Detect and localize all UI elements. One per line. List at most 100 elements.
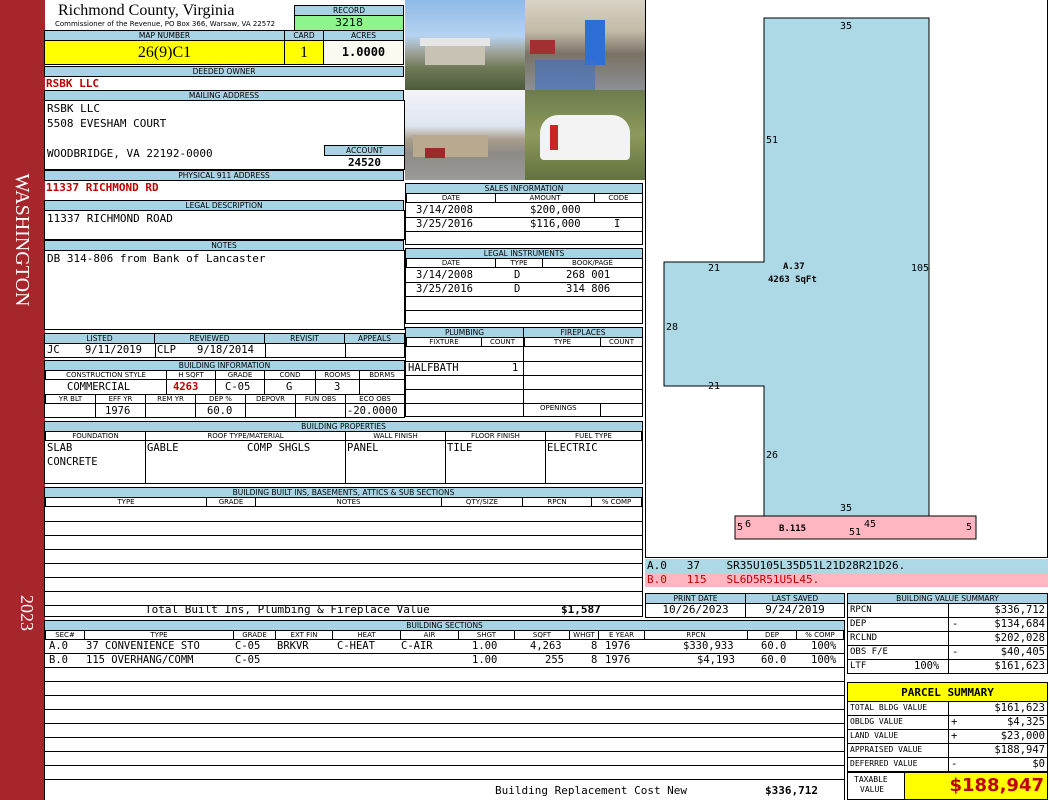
card-value: 1 (284, 40, 324, 65)
sec-header: SEC# (45, 630, 85, 640)
reviewed-date: 9/18/2014 (197, 344, 254, 356)
b-dim-top: 45 (864, 519, 876, 530)
list-item: OBS F/E - $40,405 (848, 645, 1047, 660)
depovr-header: DEPOVR (245, 394, 296, 404)
b-dim-inner: 6 (745, 519, 751, 530)
parcel-value: $23,000 (1000, 730, 1045, 742)
sec-shgt: 1.00 (472, 640, 498, 652)
replacement-cost-value: $336,712 (765, 784, 818, 797)
sketch-area[interactable]: 35 51 21 105 28 21 26 35 A.37 4263 SqFt … (645, 0, 1048, 558)
sales-date: 3/14/2008 (416, 204, 473, 216)
parcel-sign: - (951, 758, 958, 770)
plumbing-table: FIXTURE COUNT HALFBATH 1 (405, 337, 524, 417)
effyr-header: EFF YR (95, 394, 146, 404)
parcel-value: $188,947 (994, 744, 1045, 756)
photo-mailbox[interactable] (525, 90, 645, 180)
summary-sign: - (952, 646, 959, 658)
legal-instruments-table: DATE TYPE BOOK/PAGE 3/14/2008 D 268 001 … (405, 258, 643, 324)
construction-style-value: COMMERCIAL (67, 381, 131, 393)
plumbing-count-header: COUNT (481, 337, 524, 347)
reviewed-by: CLP (157, 344, 176, 356)
listed-by: JC (47, 344, 60, 356)
parcel-sign: + (951, 716, 958, 728)
effyr-value: 1976 (105, 405, 131, 417)
instr-date: 3/14/2008 (416, 269, 473, 281)
sec-grade-header: GRADE (233, 630, 276, 640)
mailing-line-3: WOODBRIDGE, VA 22192-0000 (47, 147, 213, 160)
sec-dep: 60.0 (761, 640, 787, 652)
building-info-table: CONSTRUCTION STYLE H SQFT GRADE COND ROO… (44, 370, 405, 418)
fixture-value: HALFBATH (408, 362, 459, 374)
listed-date: 9/11/2019 (85, 344, 142, 356)
list-item: LTF 100% $161,623 (848, 659, 1047, 673)
instr-type: D (514, 269, 521, 281)
ecoobs-header: ECO OBS (345, 394, 405, 404)
floor-value: TILE (447, 442, 473, 454)
fireplace-type-header: TYPE (524, 337, 601, 347)
dim-top: 35 (840, 21, 852, 32)
yrblt-header: YR BLT (45, 394, 96, 404)
section-a-label: A.37 (783, 262, 805, 272)
sec-comp-header: % COMP (796, 630, 844, 640)
parcel-label: LAND VALUE (850, 731, 899, 740)
map-number-value: 26(9)C1 (44, 40, 285, 65)
parcel-label: APPRAISED VALUE (850, 745, 923, 754)
roof-material-value: COMP SHGLS (247, 442, 311, 454)
dep-header: DEP % (195, 394, 246, 404)
sales-date: 3/25/2016 (416, 218, 473, 230)
instr-bookpage: 268 001 (566, 269, 611, 281)
sec-number: B.0 (49, 654, 68, 666)
summary-label: RPCN (850, 605, 872, 615)
list-item: OBLDG VALUE + $4,325 (848, 715, 1047, 730)
roof-type-value: GABLE (147, 442, 179, 454)
built-ins-total-value: $1,587 (561, 603, 601, 616)
sec-eyear: 1976 (605, 640, 631, 652)
sec-type-header: TYPE (84, 630, 234, 640)
list-item: TOTAL BLDG VALUE $161,623 (848, 701, 1047, 716)
table-row (45, 535, 642, 550)
sec-sqft-header: SQFT (514, 630, 570, 640)
parcel-label: TOTAL BLDG VALUE (850, 703, 928, 712)
summary-label: RCLND (850, 633, 878, 643)
fuel-value: ELECTRIC (547, 442, 598, 454)
photo-store-front[interactable] (405, 0, 525, 90)
summary-value: $336,712 (994, 604, 1045, 616)
section-b-label: B.115 (779, 524, 806, 534)
table-row (406, 296, 642, 311)
grade-value: C-05 (225, 381, 251, 393)
hsqft-header: H SQFT (166, 370, 216, 380)
sec-eyear: 1976 (605, 654, 631, 666)
notes-value: DB 314-806 from Bank of Lancaster (47, 252, 266, 265)
list-item: RCLND $202,028 (848, 631, 1047, 646)
table-row: 3/14/2008 D 268 001 (406, 268, 642, 283)
table-row: 3/25/2016 $116,000 I (406, 217, 642, 232)
summary-label: DEP (850, 619, 867, 629)
taxable-label-1: TAXABLE (854, 775, 888, 784)
dep-value: 60.0 (207, 405, 233, 417)
summary-label: OBS F/E (850, 647, 888, 657)
sales-amount-header: AMOUNT (495, 193, 595, 203)
bdrms-header: BDRMS (359, 370, 405, 380)
fireplace-count-header: COUNT (600, 337, 643, 347)
b-dim-right: 5 (966, 522, 972, 533)
floor-header: FLOOR FINISH (445, 431, 546, 441)
builtin-notes-header: NOTES (255, 497, 442, 507)
sec-extfin-header: EXT FIN (275, 630, 333, 640)
photo-store-entrance[interactable] (525, 0, 645, 90)
mailing-line-1: RSBK LLC (47, 102, 100, 115)
photo-store-side[interactable] (405, 90, 525, 180)
summary-value: $134,684 (994, 618, 1045, 630)
listed-row: JC 9/11/2019 CLP 9/18/2014 (44, 343, 405, 358)
left-sidebar (0, 0, 45, 800)
sec-whgt: 8 (591, 640, 598, 652)
sec-grade: C-05 (235, 654, 261, 666)
legal-description-value: 11337 RICHMOND ROAD (47, 212, 173, 225)
b-dim-bottom: 51 (849, 527, 861, 538)
sketch-code-a: A.0 37 SR35U105L35D51L21D28R21D26. (645, 559, 1048, 573)
mailing-line-2: 5508 EVESHAM COURT (47, 117, 167, 130)
parcel-label: DEFERRED VALUE (850, 759, 918, 768)
list-item: RPCN $336,712 (848, 603, 1047, 618)
sec-extfin: BRKVR (277, 640, 309, 652)
sales-amount: $200,000 (530, 204, 581, 216)
commissioner-address: Commissioner of the Revenue, PO Box 366,… (55, 20, 276, 28)
